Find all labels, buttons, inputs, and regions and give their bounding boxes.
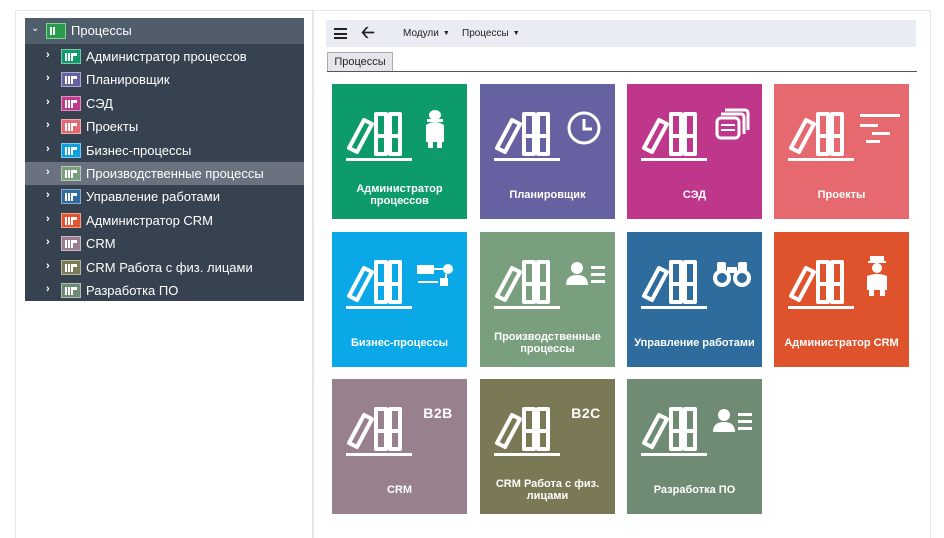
tree-item[interactable]: › Разработка ПО [25, 279, 304, 302]
tile-label: СЭД [682, 189, 707, 201]
tree-item-label: Планировщик [86, 72, 170, 88]
tile-label: Администратор CRM [784, 337, 899, 349]
toolbar: 🡠 Модули ▼ Процессы ▼ [326, 20, 916, 47]
module-dev-icon [61, 283, 81, 298]
arrow-left-icon[interactable]: 🡠 [361, 23, 375, 43]
chevron-right-icon[interactable]: › [46, 166, 50, 178]
chevron-right-icon[interactable]: › [46, 189, 50, 201]
tree-item-label: СЭД [86, 95, 113, 111]
tile-label: Планировщик [509, 189, 586, 201]
module-tile[interactable]: Бизнес-процессы [332, 232, 467, 367]
tile-label: Управление работами [634, 337, 755, 349]
module-crm-b2c-icon [61, 259, 81, 275]
tree-item[interactable]: › Бизнес-процессы [25, 139, 304, 162]
tree-item-label: Администратор процессов [86, 49, 247, 64]
tree-item[interactable]: › Управление работами [25, 185, 304, 208]
processes-menu[interactable]: Процессы ▼ [462, 28, 520, 39]
caret-down-icon: ▼ [512, 30, 520, 37]
chevron-right-icon[interactable]: › [46, 49, 50, 61]
module-tile[interactable]: Администратор CRM [774, 232, 909, 367]
module-projects-icon [61, 119, 81, 135]
module-scheduler-icon [61, 72, 81, 88]
tile-badge: B2C [571, 405, 601, 421]
module-crm-icon [61, 236, 81, 252]
chevron-right-icon[interactable]: › [46, 143, 50, 155]
chevron-down-icon[interactable]: ⌄ [31, 23, 39, 34]
tile-label: CRM Работа с физ. лицами [495, 478, 600, 502]
module-bp-icon [61, 142, 81, 158]
chevron-right-icon[interactable]: › [46, 236, 50, 248]
chevron-right-icon[interactable]: › [46, 260, 50, 272]
module-crm-admin-icon [61, 212, 81, 228]
tree-item[interactable]: › Планировщик [25, 68, 304, 91]
tab-divider [327, 71, 917, 72]
tree-item-label: Производственные процессы [86, 166, 264, 181]
chevron-right-icon[interactable]: › [46, 96, 50, 108]
processes-menu-label: Процессы [462, 28, 509, 39]
chevron-right-icon[interactable]: › [46, 213, 50, 225]
module-tile[interactable]: СЭД [627, 84, 762, 219]
tree-item-label: Администратор CRM [86, 212, 214, 228]
tree-item[interactable]: › CRM [25, 232, 304, 255]
module-admin-icon [61, 49, 81, 64]
chevron-right-icon[interactable]: › [46, 72, 50, 84]
chevron-right-icon[interactable]: › [46, 283, 50, 295]
module-tree: ⌄ Процессы › Администратор процессов › План… [25, 18, 304, 301]
module-tile[interactable]: Проекты [774, 84, 909, 219]
modules-menu-label: Модули [403, 28, 439, 39]
module-tile[interactable]: B2C CRM Работа с физ. лицами [480, 379, 615, 514]
tile-label: Производственные процессы [494, 331, 601, 355]
tree-item[interactable]: › CRM Работа с физ. лицами [25, 256, 304, 279]
tile-label: Администратор процессов [356, 183, 443, 207]
tree-item-label: Разработка ПО [86, 283, 179, 298]
tab-processes[interactable]: Процессы [327, 52, 393, 72]
module-tile[interactable]: Планировщик [480, 84, 615, 219]
hamburger-icon[interactable] [334, 28, 347, 39]
tree-item[interactable]: › Администратор процессов [25, 45, 304, 68]
tree-item[interactable]: › СЭД [25, 92, 304, 115]
module-tile[interactable]: Администратор процессов [332, 84, 467, 219]
caret-down-icon: ▼ [442, 30, 450, 37]
folder-green-icon [46, 23, 66, 39]
chevron-right-icon[interactable]: › [46, 119, 50, 131]
module-edms-icon [61, 95, 81, 111]
tree-item-label: CRM Работа с физ. лицами [86, 259, 253, 275]
tree-item[interactable]: › Производственные процессы [25, 162, 304, 185]
tree-root-processes[interactable]: ⌄ Процессы [25, 18, 304, 44]
module-work-icon [61, 189, 81, 205]
tile-badge: B2B [423, 405, 453, 421]
tile-label: Проекты [817, 189, 866, 201]
tile-label: Бизнес-процессы [351, 337, 448, 349]
module-tile[interactable]: Управление работами [627, 232, 762, 367]
module-production-icon [61, 166, 81, 181]
tree-item[interactable]: › Администратор CRM [25, 209, 304, 232]
tree-item-label: Бизнес-процессы [86, 142, 192, 158]
tile-label: CRM [386, 484, 413, 496]
tile-label: Разработка ПО [653, 484, 736, 496]
module-tile[interactable]: Производственные процессы [480, 232, 615, 367]
tree-item-label: Управление работами [86, 189, 220, 205]
tree-item-label: CRM [86, 236, 116, 252]
tree-root-label: Процессы [71, 23, 132, 38]
module-tile[interactable]: Разработка ПО [627, 379, 762, 514]
tree-item-label: Проекты [86, 119, 139, 135]
modules-menu[interactable]: Модули ▼ [403, 28, 450, 39]
module-tile[interactable]: B2B CRM [332, 379, 467, 514]
tree-item[interactable]: › Проекты [25, 115, 304, 138]
